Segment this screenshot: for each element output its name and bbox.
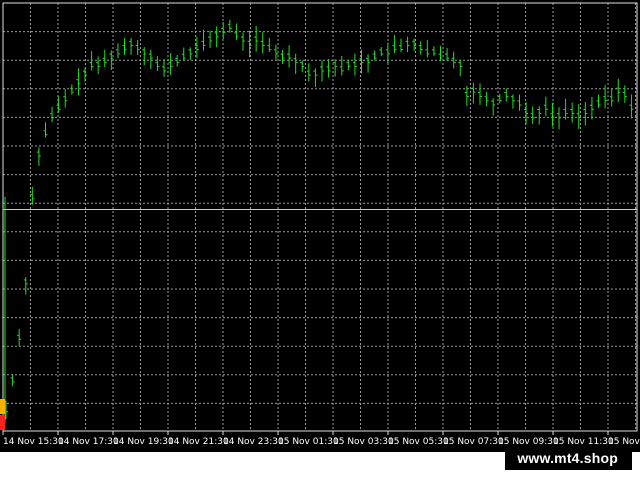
chart-background bbox=[0, 0, 640, 452]
time-axis-label: 14 Nov 19:30 bbox=[113, 437, 174, 447]
time-axis-label: 14 Nov 15:30 bbox=[3, 437, 64, 447]
time-axis-label: 14 Nov 17:30 bbox=[58, 437, 119, 447]
level-marker-top bbox=[0, 399, 5, 414]
time-axis-label: 15 Nov 05:30 bbox=[388, 437, 449, 447]
time-axis-label: 14 Nov 23:30 bbox=[223, 437, 284, 447]
time-axis-label: 15 Nov 07:30 bbox=[443, 437, 504, 447]
time-axis-label: 15 Nov 03:30 bbox=[333, 437, 394, 447]
time-axis-label: 15 Nov 01:30 bbox=[278, 437, 339, 447]
chart-canvas[interactable]: 14 Nov 15:3014 Nov 17:3014 Nov 19:3014 N… bbox=[0, 0, 640, 480]
time-axis-label: 14 Nov 21:30 bbox=[168, 437, 229, 447]
level-marker-bottom bbox=[0, 415, 5, 430]
watermark-label: www.mt4.shop bbox=[505, 446, 632, 470]
price-chart[interactable]: 14 Nov 15:30 14 Nov 17:30 14 Nov 19:30 14 N… bbox=[0, 0, 640, 480]
